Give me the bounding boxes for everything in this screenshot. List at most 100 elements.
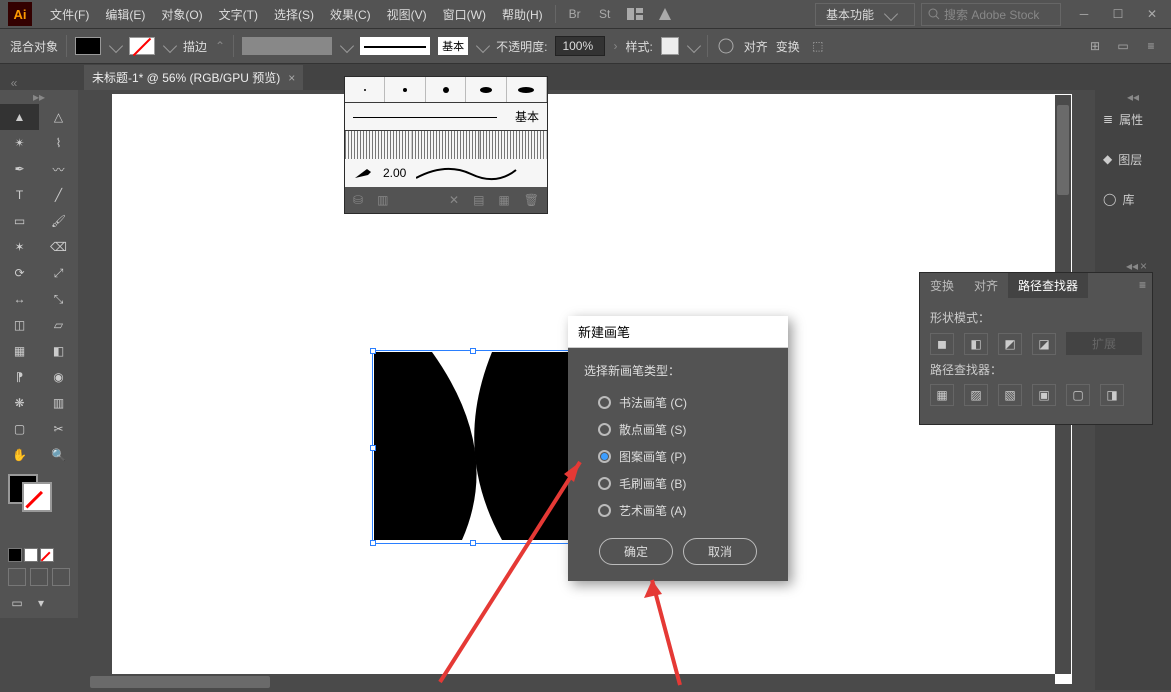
options-icon[interactable]: ▤ xyxy=(473,193,484,207)
menu-s[interactable]: 选择(S) xyxy=(266,6,322,23)
align-label[interactable]: 对齐 xyxy=(744,38,768,55)
draw-behind-icon[interactable] xyxy=(30,568,48,586)
grid-icon[interactable]: ⊞ xyxy=(1085,36,1105,56)
pen-icon[interactable]: ✒ xyxy=(0,156,39,182)
eraser-icon[interactable]: ⌫ xyxy=(39,234,78,260)
stroke-swatch[interactable] xyxy=(129,37,155,55)
remove-stroke-icon[interactable]: ✕ xyxy=(449,193,459,207)
draw-inside-icon[interactable] xyxy=(52,568,70,586)
minus-back-icon[interactable]: ◨ xyxy=(1100,384,1124,406)
brush-type-option-1[interactable]: 散点画笔 (S) xyxy=(584,416,772,443)
merge-icon[interactable]: ▧ xyxy=(998,384,1022,406)
menu-t[interactable]: 文字(T) xyxy=(211,6,266,23)
brush-def[interactable] xyxy=(360,37,430,55)
minimize-button[interactable]: ─ xyxy=(1073,5,1095,23)
close-icon[interactable]: × xyxy=(288,71,295,85)
unite-icon[interactable]: ◼ xyxy=(930,333,954,355)
brush-stroke-row[interactable]: 2.00 xyxy=(345,159,547,187)
stroke-color[interactable] xyxy=(22,482,52,512)
opacity-input[interactable] xyxy=(555,36,605,56)
maximize-button[interactable]: ☐ xyxy=(1107,5,1129,23)
line-icon[interactable]: ╱ xyxy=(39,182,78,208)
symbol-spray-icon[interactable]: ❋ xyxy=(0,390,39,416)
gradient-icon[interactable]: ◧ xyxy=(39,338,78,364)
width-icon[interactable]: ↔ xyxy=(0,286,39,312)
collapse-tools[interactable]: ▸▸ xyxy=(0,90,78,104)
direct-selection-icon[interactable]: △ xyxy=(39,104,78,130)
mesh-icon[interactable]: ▦ xyxy=(0,338,39,364)
style-swatch[interactable] xyxy=(661,37,679,55)
shape-builder-icon[interactable]: ◫ xyxy=(0,312,39,338)
horizontal-scrollbar[interactable] xyxy=(80,674,1055,690)
expand-button[interactable]: 扩展 xyxy=(1066,332,1142,355)
brush-pattern-row[interactable] xyxy=(345,131,547,159)
artboard-icon[interactable]: ▢ xyxy=(0,416,39,442)
dock-item-图层[interactable]: ◆图层 xyxy=(1095,144,1171,174)
new-brush-icon[interactable]: ▦ xyxy=(498,193,509,207)
fill-swatch[interactable] xyxy=(75,37,101,55)
brush-type-option-3[interactable]: 毛刷画笔 (B) xyxy=(584,470,772,497)
menu-w[interactable]: 窗口(W) xyxy=(435,6,494,23)
menu-v[interactable]: 视图(V) xyxy=(379,6,435,23)
blend-icon[interactable]: ◉ xyxy=(39,364,78,390)
bridge-icon[interactable]: Br xyxy=(563,2,587,26)
intersect-icon[interactable]: ◩ xyxy=(998,333,1022,355)
perspective-icon[interactable]: ▱ xyxy=(39,312,78,338)
arrange-docs-icon[interactable] xyxy=(623,2,647,26)
type-icon[interactable]: T xyxy=(0,182,39,208)
fill-stroke-control[interactable] xyxy=(0,468,78,524)
menu-o[interactable]: 对象(O) xyxy=(153,6,210,23)
panel-menu-icon[interactable]: ≡ xyxy=(1141,36,1161,56)
brush-type-option-0[interactable]: 书法画笔 (C) xyxy=(584,389,772,416)
trash-icon[interactable]: 🗑 xyxy=(524,193,539,207)
close-button[interactable]: ✕ xyxy=(1141,5,1163,23)
close-icon[interactable]: × xyxy=(1140,259,1148,267)
scale-icon[interactable]: ⤢ xyxy=(39,260,78,286)
rotate-icon[interactable]: ⟳ xyxy=(0,260,39,286)
stroke-profile[interactable] xyxy=(242,37,332,55)
brush-type-option-2[interactable]: 图案画笔 (P) xyxy=(584,443,772,470)
eyedropper-icon[interactable]: ⁋ xyxy=(0,364,39,390)
document-tab[interactable]: 未标题-1* @ 56% (RGB/GPU 预览) × xyxy=(84,65,303,90)
divide-icon[interactable]: ▦ xyxy=(930,384,954,406)
cancel-button[interactable]: 取消 xyxy=(683,538,757,565)
exclude-icon[interactable]: ◪ xyxy=(1032,333,1056,355)
tab-scroll-left[interactable]: « xyxy=(4,76,24,90)
color-mode-icon[interactable] xyxy=(8,548,22,562)
gpu-icon[interactable] xyxy=(653,2,677,26)
crop-icon[interactable]: ▣ xyxy=(1032,384,1056,406)
stock-icon[interactable]: St xyxy=(593,2,617,26)
slice-icon[interactable]: ✂ xyxy=(39,416,78,442)
draw-normal-icon[interactable] xyxy=(8,568,26,586)
selection-icon[interactable]: ▲ xyxy=(0,104,39,130)
pf-tab-1[interactable]: 对齐 xyxy=(964,273,1008,298)
screen-mode-icon[interactable]: ▭ xyxy=(8,596,26,614)
lasso-icon[interactable]: ⌇ xyxy=(39,130,78,156)
workspace-switcher[interactable]: 基本功能 xyxy=(815,3,915,26)
minus-front-icon[interactable]: ◧ xyxy=(964,333,988,355)
pf-tab-0[interactable]: 变换 xyxy=(920,273,964,298)
gradient-mode-icon[interactable] xyxy=(24,548,38,562)
recolor-icon[interactable] xyxy=(716,36,736,56)
dock-item-属性[interactable]: ≣属性 xyxy=(1095,104,1171,134)
snap-icon[interactable]: ▭ xyxy=(1113,36,1133,56)
shaper-icon[interactable]: ✶ xyxy=(0,234,39,260)
none-mode-icon[interactable] xyxy=(40,548,54,562)
brush-thumbs-row[interactable] xyxy=(345,77,547,103)
panel-menu-icon[interactable]: ≡ xyxy=(1133,278,1152,292)
menu-f[interactable]: 文件(F) xyxy=(42,6,97,23)
hand-icon[interactable]: ✋ xyxy=(0,442,39,468)
rectangle-icon[interactable]: ▭ xyxy=(0,208,39,234)
isolate-icon[interactable]: ⬚ xyxy=(808,36,828,56)
menu-c[interactable]: 效果(C) xyxy=(322,6,379,23)
outline-icon[interactable]: ▢ xyxy=(1066,384,1090,406)
zoom-icon[interactable]: 🔍 xyxy=(39,442,78,468)
trim-icon[interactable]: ▨ xyxy=(964,384,988,406)
free-transform-icon[interactable]: ⤡ xyxy=(39,286,78,312)
collapse-icon[interactable]: ◂◂ xyxy=(1126,259,1134,267)
expand-dock[interactable]: ◂◂ xyxy=(1095,90,1171,104)
change-screen-icon[interactable]: ▾ xyxy=(32,596,50,614)
brush-type-option-4[interactable]: 艺术画笔 (A) xyxy=(584,497,772,524)
libraries-menu-icon[interactable]: ▥ xyxy=(377,193,388,207)
dock-item-库[interactable]: ◯库 xyxy=(1095,184,1171,214)
